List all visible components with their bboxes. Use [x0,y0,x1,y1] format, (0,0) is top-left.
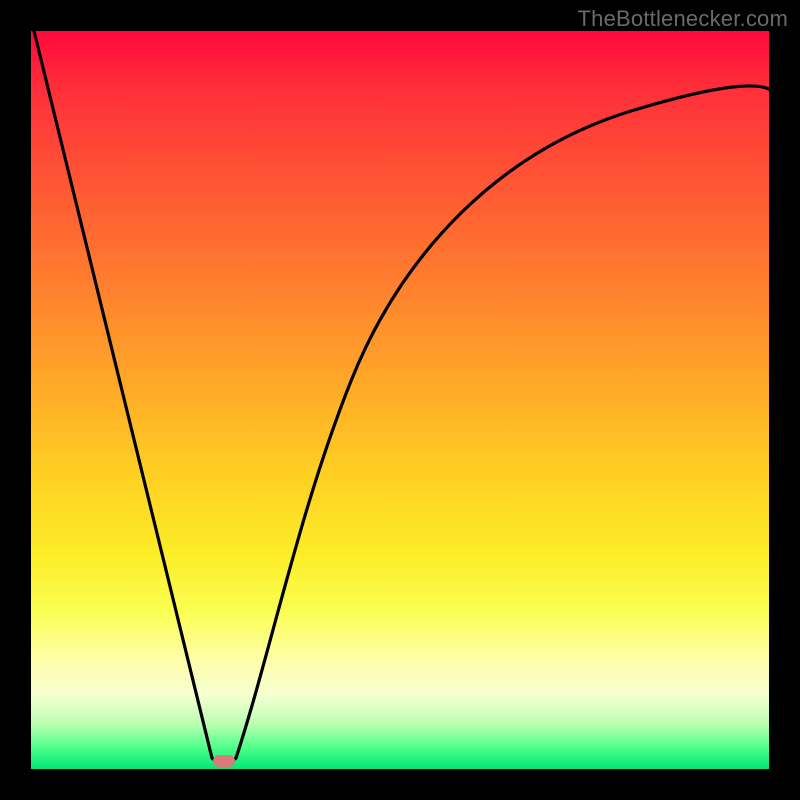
watermark-text: TheBottlenecker.com [578,6,788,32]
optimal-point-marker [213,755,235,767]
bottleneck-curve [31,31,769,769]
plot-area [31,31,769,769]
chart-frame: TheBottlenecker.com [0,0,800,800]
